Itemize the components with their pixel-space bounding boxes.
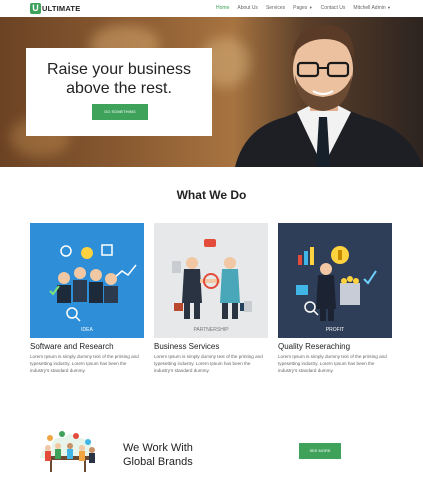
card-title: Software and Research — [30, 342, 114, 351]
team-meeting-illustration — [40, 431, 95, 472]
service-card-profit[interactable]: PROFIT Quality Reseraching Lorem Ipsum i… — [278, 223, 392, 374]
card-caption: PROFIT — [325, 327, 345, 333]
card-caption: IDEA — [81, 327, 93, 333]
caret-down-icon: ▼ — [308, 5, 313, 10]
caret-down-icon: ▼ — [387, 5, 391, 10]
card-text: Lorem Ipsum is simply dummy text of the … — [154, 354, 263, 373]
idea-team-icon — [49, 244, 137, 322]
brands-title-line-2: Global Brands — [123, 456, 193, 468]
do-something-button[interactable]: DO SOMETHING — [92, 104, 148, 120]
idea-illustration: IDEA — [30, 223, 144, 338]
hero-title-line-1: Raise your business — [46, 61, 192, 78]
logo[interactable]: U ULTIMATE — [30, 3, 80, 14]
hero-banner: Raise your business above the rest. DO S… — [0, 17, 423, 167]
nav-contact-us[interactable]: Contact Us — [321, 5, 346, 11]
card-text: Lorem Ipsum is simply dummy text of the … — [30, 354, 139, 373]
see-more-button[interactable]: SEE MORE — [299, 443, 341, 459]
section-title: What We Do — [176, 188, 247, 202]
nav-home[interactable]: Home — [216, 5, 229, 11]
nav-user-menu[interactable]: Mitchell Admin ▼ — [353, 5, 391, 11]
hero-title: Raise your business above the rest. — [26, 60, 212, 98]
navbar: U ULTIMATE Home About Us Services Pages … — [0, 0, 423, 17]
card-title: Quality Reseraching — [278, 342, 351, 351]
nav-user-label: Mitchell Admin — [353, 5, 386, 11]
profit-illustration: PROFIT — [278, 223, 392, 338]
nav-pages-label: Pages — [293, 5, 308, 11]
partnership-illustration: PARTNERSHIP — [154, 223, 268, 338]
service-card-partnership[interactable]: PARTNERSHIP Business Services Lorem Ipsu… — [154, 223, 268, 374]
hero-businessman-image — [235, 25, 423, 167]
service-card-idea[interactable]: IDEA Software and Research Lorem Ipsum i… — [30, 223, 144, 374]
handshake-icon — [172, 239, 252, 319]
hero-card: Raise your business above the rest. DO S… — [26, 48, 212, 136]
card-title: Business Services — [154, 342, 220, 351]
card-text: Lorem Ipsum is simply dummy text of the … — [278, 354, 387, 373]
brands-title-line-1: We Work With — [123, 442, 193, 454]
hero-title-line-2: above the rest. — [66, 80, 172, 97]
main-nav: Home About Us Services Pages ▼ Contact U… — [216, 5, 391, 11]
card-caption: PARTNERSHIP — [193, 327, 229, 333]
brands-title: We Work With Global Brands — [123, 441, 243, 469]
logo-text: ULTIMATE — [42, 4, 81, 13]
nav-services[interactable]: Services — [266, 5, 285, 11]
logo-mark-icon: U — [30, 3, 41, 14]
nav-pages[interactable]: Pages ▼ — [293, 5, 313, 11]
profit-chart-icon — [296, 246, 377, 321]
nav-about-us[interactable]: About Us — [237, 5, 258, 11]
